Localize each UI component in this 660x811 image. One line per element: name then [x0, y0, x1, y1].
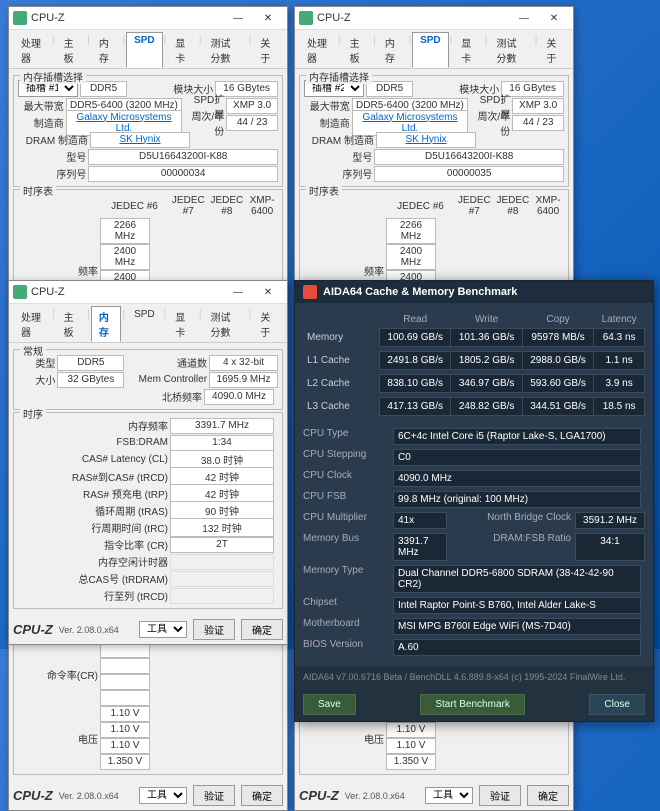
validate-button[interactable]: 验证 [193, 785, 235, 806]
slot-select-label: 内存插槽选择 [20, 69, 86, 84]
model: D5U16643200I-K88 [374, 149, 564, 165]
general-label: 常规 [20, 343, 46, 358]
timing-label: 时序 [20, 406, 46, 421]
version: Ver. 2.08.0.x64 [59, 791, 119, 801]
tab-SPD[interactable]: SPD [412, 32, 449, 68]
minimize-button[interactable]: — [223, 282, 253, 302]
mem-size: 32 GBytes [57, 372, 124, 388]
tools-select[interactable]: 工具 [139, 787, 187, 804]
close-button[interactable]: ✕ [253, 8, 283, 28]
week-year: 44 / 23 [226, 115, 278, 131]
close-button[interactable]: ✕ [253, 282, 283, 302]
app-icon [299, 11, 313, 25]
start-benchmark-button[interactable]: Start Benchmark [420, 694, 524, 715]
tab-测试分數[interactable]: 测试分數 [202, 306, 247, 342]
mem-value [170, 554, 274, 570]
slot-select-label: 内存插槽选择 [306, 69, 372, 84]
tab-关于[interactable]: 关于 [252, 32, 283, 68]
tab-内存[interactable]: 内存 [377, 32, 408, 68]
tab-处理器[interactable]: 处理器 [13, 306, 51, 342]
tab-bar: 处理器|主板|内存|SPD|显卡|测试分數|关于 [295, 30, 573, 69]
mem-controller: 1695.9 MHz [209, 372, 278, 388]
mem-value: 3391.7 MHz [170, 418, 274, 434]
ok-button[interactable]: 确定 [241, 619, 283, 640]
module-size: 16 GBytes [501, 81, 564, 97]
dram-mfr[interactable]: SK Hynix [90, 132, 190, 148]
tab-关于[interactable]: 关于 [538, 32, 569, 68]
tab-关于[interactable]: 关于 [252, 306, 283, 342]
dram-mfr[interactable]: SK Hynix [376, 132, 476, 148]
channels: 4 x 32-bit [209, 355, 278, 371]
ok-button[interactable]: 确定 [527, 785, 569, 806]
tools-select[interactable]: 工具 [139, 621, 187, 638]
aida-version: AIDA64 v7.00.6716 Beta / BenchDLL 4.6.88… [303, 672, 625, 682]
app-icon [13, 285, 27, 299]
version: Ver. 2.08.0.x64 [59, 625, 119, 635]
ok-button[interactable]: 确定 [241, 785, 283, 806]
cpuz-logo: CPU-Z [13, 622, 53, 637]
tab-主板[interactable]: 主板 [56, 32, 87, 68]
tab-测试分數[interactable]: 测试分數 [202, 32, 247, 68]
save-button[interactable]: Save [303, 694, 356, 715]
mem-type: DDR5 [80, 81, 127, 97]
timing-label: 时序表 [306, 183, 342, 198]
version: Ver. 2.08.0.x64 [345, 791, 405, 801]
tab-显卡[interactable]: 显卡 [167, 306, 198, 342]
aida-title: AIDA64 Cache & Memory Benchmark [323, 286, 517, 298]
serial: 00000034 [88, 166, 278, 182]
close-button[interactable]: ✕ [539, 8, 569, 28]
week-year: 44 / 23 [512, 115, 564, 131]
tab-内存[interactable]: 内存 [91, 32, 122, 68]
tab-显卡[interactable]: 显卡 [167, 32, 198, 68]
serial: 00000035 [374, 166, 564, 182]
minimize-button[interactable]: — [509, 8, 539, 28]
spd-ext: XMP 3.0 [512, 98, 564, 114]
validate-button[interactable]: 验证 [193, 619, 235, 640]
mem-value: 132 时钟 [170, 518, 274, 537]
close-button[interactable]: Close [589, 694, 645, 715]
cache-table: ReadWriteCopyLatencyMemory100.69 GB/s101… [303, 311, 645, 420]
minimize-button[interactable]: — [223, 8, 253, 28]
window-title: CPU-Z [317, 12, 509, 24]
tools-select[interactable]: 工具 [425, 787, 473, 804]
tab-测试分數[interactable]: 测试分數 [488, 32, 533, 68]
mem-type: DDR5 [366, 81, 413, 97]
tab-SPD[interactable]: SPD [126, 306, 163, 342]
tab-主板[interactable]: 主板 [56, 306, 87, 342]
tab-显卡[interactable]: 显卡 [453, 32, 484, 68]
window-title: CPU-Z [31, 286, 223, 298]
module-size: 16 GBytes [215, 81, 278, 97]
mem-value [170, 588, 274, 604]
app-icon [13, 11, 27, 25]
mem-value: 1:34 [170, 435, 274, 451]
cpuz-logo: CPU-Z [299, 788, 339, 803]
tab-SPD[interactable]: SPD [126, 32, 163, 68]
mem-value: 2T [170, 537, 274, 553]
mem-value [170, 571, 274, 587]
tab-主板[interactable]: 主板 [342, 32, 373, 68]
validate-button[interactable]: 验证 [479, 785, 521, 806]
tab-内存[interactable]: 内存 [91, 306, 122, 342]
tab-bar: 处理器|主板|内存|SPD|显卡|测试分數|关于 [9, 304, 287, 343]
window-title: CPU-Z [31, 12, 223, 24]
model: D5U16643200I-K88 [88, 149, 278, 165]
tab-bar: 处理器|主板|内存|SPD|显卡|测试分數|关于 [9, 30, 287, 69]
nb-freq: 4090.0 MHz [204, 389, 274, 405]
spd-ext: XMP 3.0 [226, 98, 278, 114]
tab-处理器[interactable]: 处理器 [13, 32, 51, 68]
cpuz-logo: CPU-Z [13, 788, 53, 803]
mem-type: DDR5 [57, 355, 124, 371]
aida-icon [303, 285, 317, 299]
timing-label: 时序表 [20, 183, 56, 198]
tab-处理器[interactable]: 处理器 [299, 32, 337, 68]
